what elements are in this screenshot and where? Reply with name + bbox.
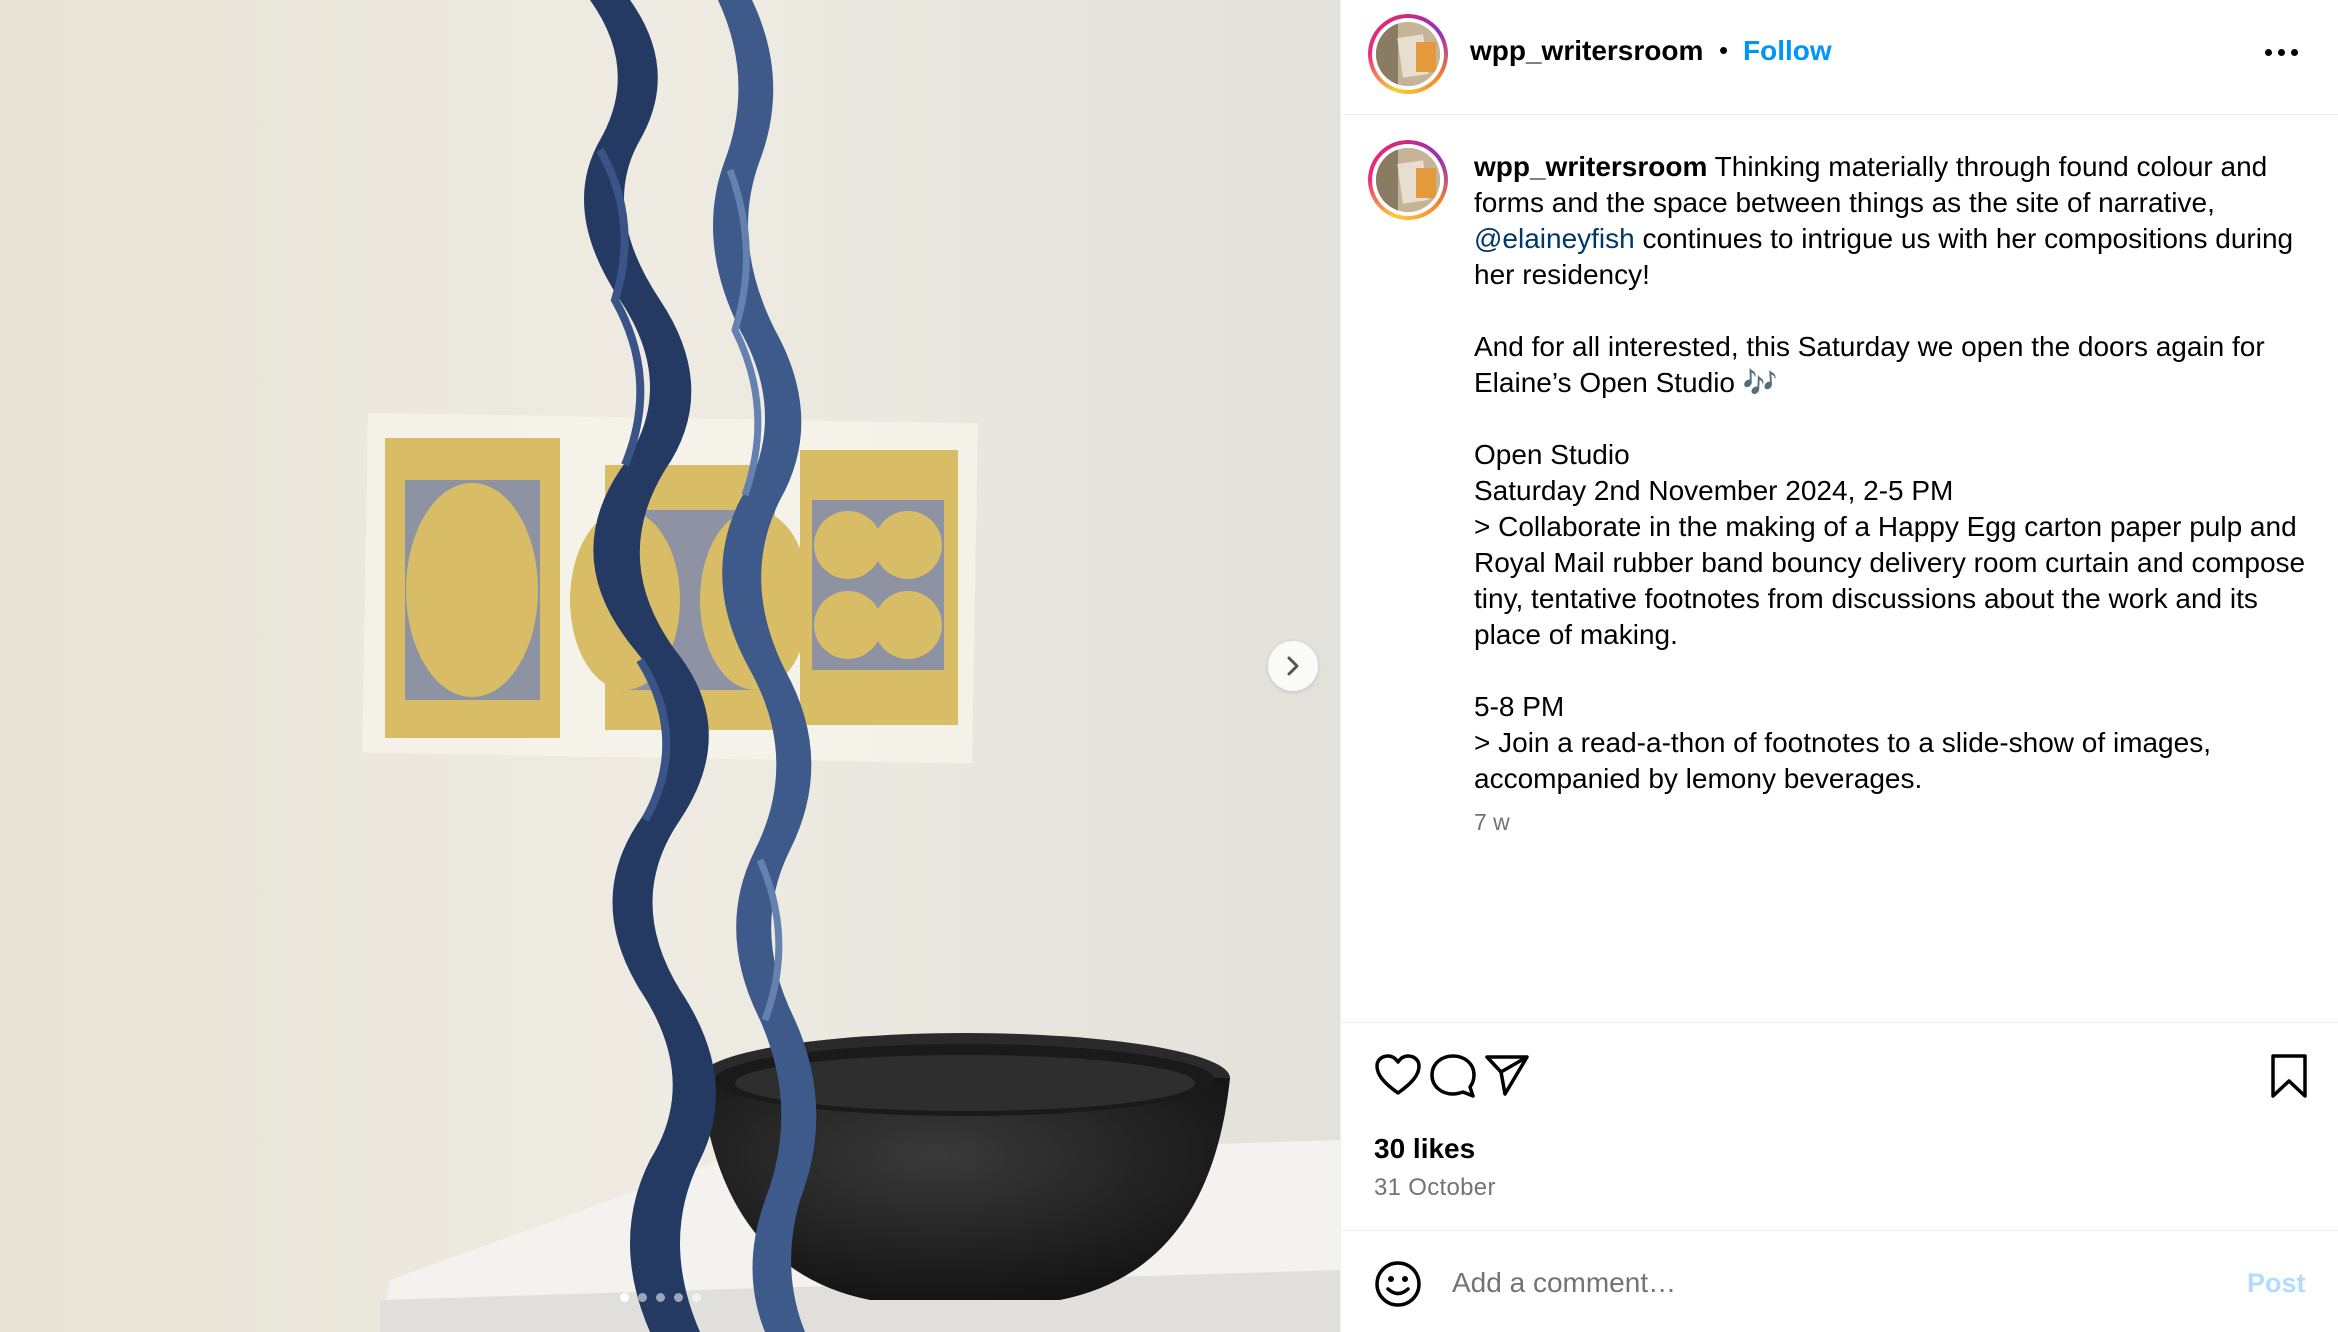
caption-line: Open Studio (1474, 439, 1630, 470)
heart-icon (1375, 1054, 1421, 1095)
carousel-dot (620, 1293, 629, 1302)
more-horizontal-icon (2265, 48, 2272, 56)
emoji-button[interactable] (1374, 1260, 1422, 1313)
caption-line: 5-8 PM (1474, 691, 1565, 722)
next-photo-button[interactable] (1268, 641, 1318, 691)
comments-section: wpp_writersroom Thinking materially thro… (1341, 116, 2338, 1022)
caption-paragraph: And for all interested, this Saturday we… (1474, 331, 2265, 398)
caption-line: Saturday 2nd November 2024, 2-5 PM (1474, 475, 1954, 506)
post-date[interactable]: 31 October (1374, 1174, 1496, 1202)
carousel-dot (638, 1293, 647, 1302)
add-comment-bar: Post (1341, 1230, 2338, 1332)
carousel-dot (692, 1293, 701, 1302)
chevron-right-icon (1287, 656, 1299, 676)
comment-icon (1430, 1054, 1476, 1098)
post-comment-button[interactable]: Post (2247, 1268, 2306, 1299)
carousel-dot (656, 1293, 665, 1302)
smiley-icon (1375, 1261, 1421, 1307)
carousel-indicator (620, 1293, 701, 1302)
post-time[interactable]: 7 w (1474, 809, 1510, 836)
avatar-image (1376, 148, 1440, 212)
separator-dot: • (1719, 35, 1729, 65)
post-actions: 30 likes 31 October (1341, 1022, 2338, 1230)
caption-username[interactable]: wpp_writersroom (1474, 151, 1707, 182)
carousel-dot (674, 1293, 683, 1302)
save-button[interactable] (2269, 1053, 2309, 1104)
caption-line: > Collaborate in the making of a Happy E… (1474, 511, 2306, 650)
more-options-button[interactable] (2265, 40, 2305, 64)
comment-input[interactable] (1452, 1261, 2152, 1305)
caption-line: > Join a read-a-thon of footnotes to a s… (1474, 727, 2211, 794)
post-header: wpp_writersroom • Follow (1341, 0, 2338, 115)
profile-avatar[interactable] (1368, 14, 1448, 94)
caption-avatar[interactable] (1368, 140, 1448, 220)
post-caption: wpp_writersroom Thinking materially thro… (1474, 149, 2309, 797)
comment-button[interactable] (1429, 1053, 1477, 1104)
share-button[interactable] (1484, 1053, 1530, 1102)
like-button[interactable] (1374, 1053, 1422, 1102)
post-photo (0, 0, 1340, 1332)
paper-plane-icon (1485, 1055, 1529, 1096)
avatar-image (1376, 22, 1440, 86)
post-author-username[interactable]: wpp_writersroom (1470, 35, 1703, 67)
post-media[interactable] (0, 0, 1340, 1332)
post-side-panel: wpp_writersroom • Follow wpp_writersroom… (1340, 0, 2338, 1332)
bookmark-icon (2271, 1054, 2307, 1098)
likes-count[interactable]: 30 likes (1374, 1133, 1475, 1165)
mention-link[interactable]: @elaineyfish (1474, 223, 1635, 254)
follow-button[interactable]: Follow (1743, 35, 1832, 67)
